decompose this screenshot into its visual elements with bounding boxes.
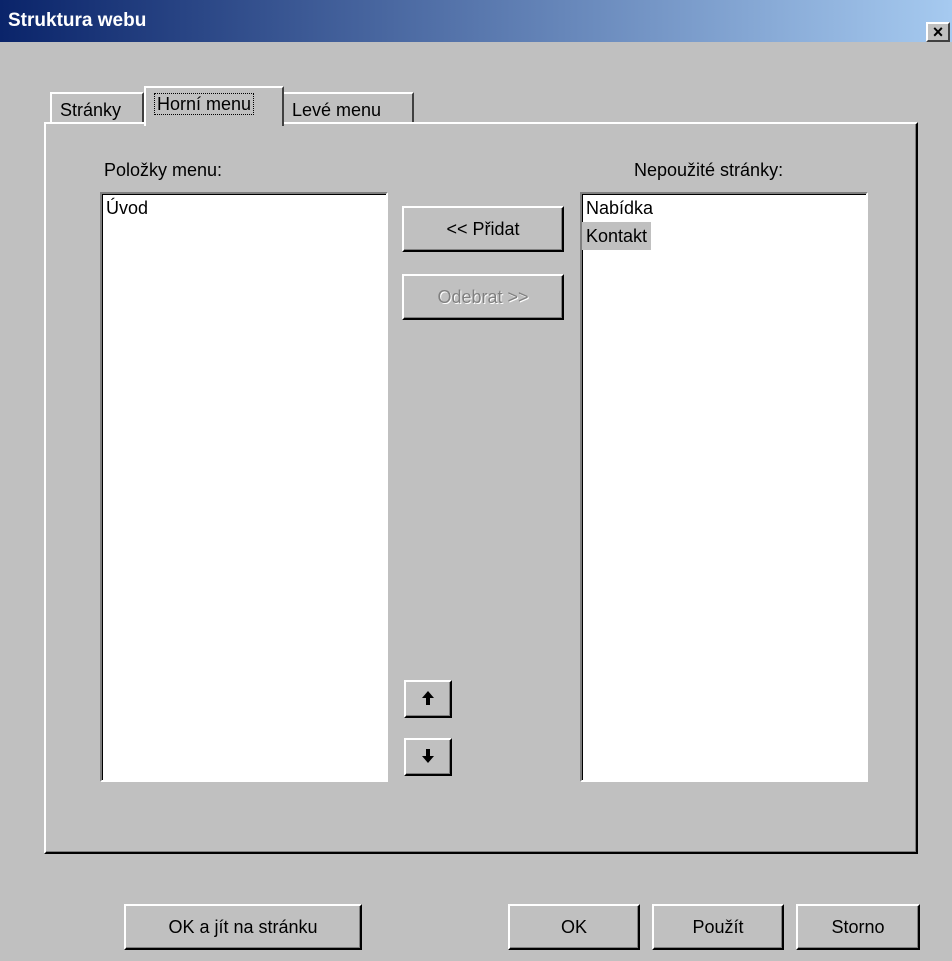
- list-item[interactable]: Nabídka: [582, 194, 866, 222]
- list-item[interactable]: Úvod: [102, 194, 386, 222]
- menu-items-label: Položky menu:: [104, 160, 223, 180]
- tab-label: Horní menu: [154, 93, 255, 115]
- add-button-label: << Přidat: [446, 218, 520, 239]
- arrow-up-icon: [421, 690, 435, 709]
- tab-stranky[interactable]: Stránky: [50, 92, 144, 124]
- menu-items-list[interactable]: Úvod: [100, 192, 388, 782]
- title-bar: Struktura webu ×: [0, 0, 952, 42]
- tab-label: Levé menu: [292, 100, 382, 120]
- tab-label: Stránky: [60, 100, 122, 120]
- remove-button-label: Odebrat >>: [437, 286, 529, 307]
- close-icon: ×: [932, 22, 944, 42]
- add-button[interactable]: << Přidat: [402, 206, 564, 252]
- close-button[interactable]: ×: [926, 22, 950, 42]
- ok-label: OK: [560, 916, 587, 937]
- ok-button[interactable]: OK: [508, 904, 640, 950]
- window-title: Struktura webu: [8, 10, 147, 31]
- ok-and-go-label: OK a jít na stránku: [168, 916, 318, 937]
- tab-leve-menu[interactable]: Levé menu: [282, 92, 414, 124]
- move-up-button[interactable]: [404, 680, 452, 718]
- ok-and-go-button[interactable]: OK a jít na stránku: [124, 904, 362, 950]
- apply-button[interactable]: Použít: [652, 904, 784, 950]
- list-item-selected[interactable]: Kontakt: [582, 222, 652, 250]
- move-down-button[interactable]: [404, 738, 452, 776]
- cancel-button[interactable]: Storno: [796, 904, 920, 950]
- unused-pages-list[interactable]: Nabídka Kontakt: [580, 192, 868, 782]
- remove-button[interactable]: Odebrat >>: [402, 274, 564, 320]
- arrow-down-icon: [421, 748, 435, 767]
- apply-label: Použít: [692, 916, 744, 937]
- cancel-label: Storno: [831, 916, 885, 937]
- unused-pages-label: Nepoužité stránky:: [634, 160, 784, 180]
- tab-horni-menu[interactable]: Horní menu: [144, 86, 284, 126]
